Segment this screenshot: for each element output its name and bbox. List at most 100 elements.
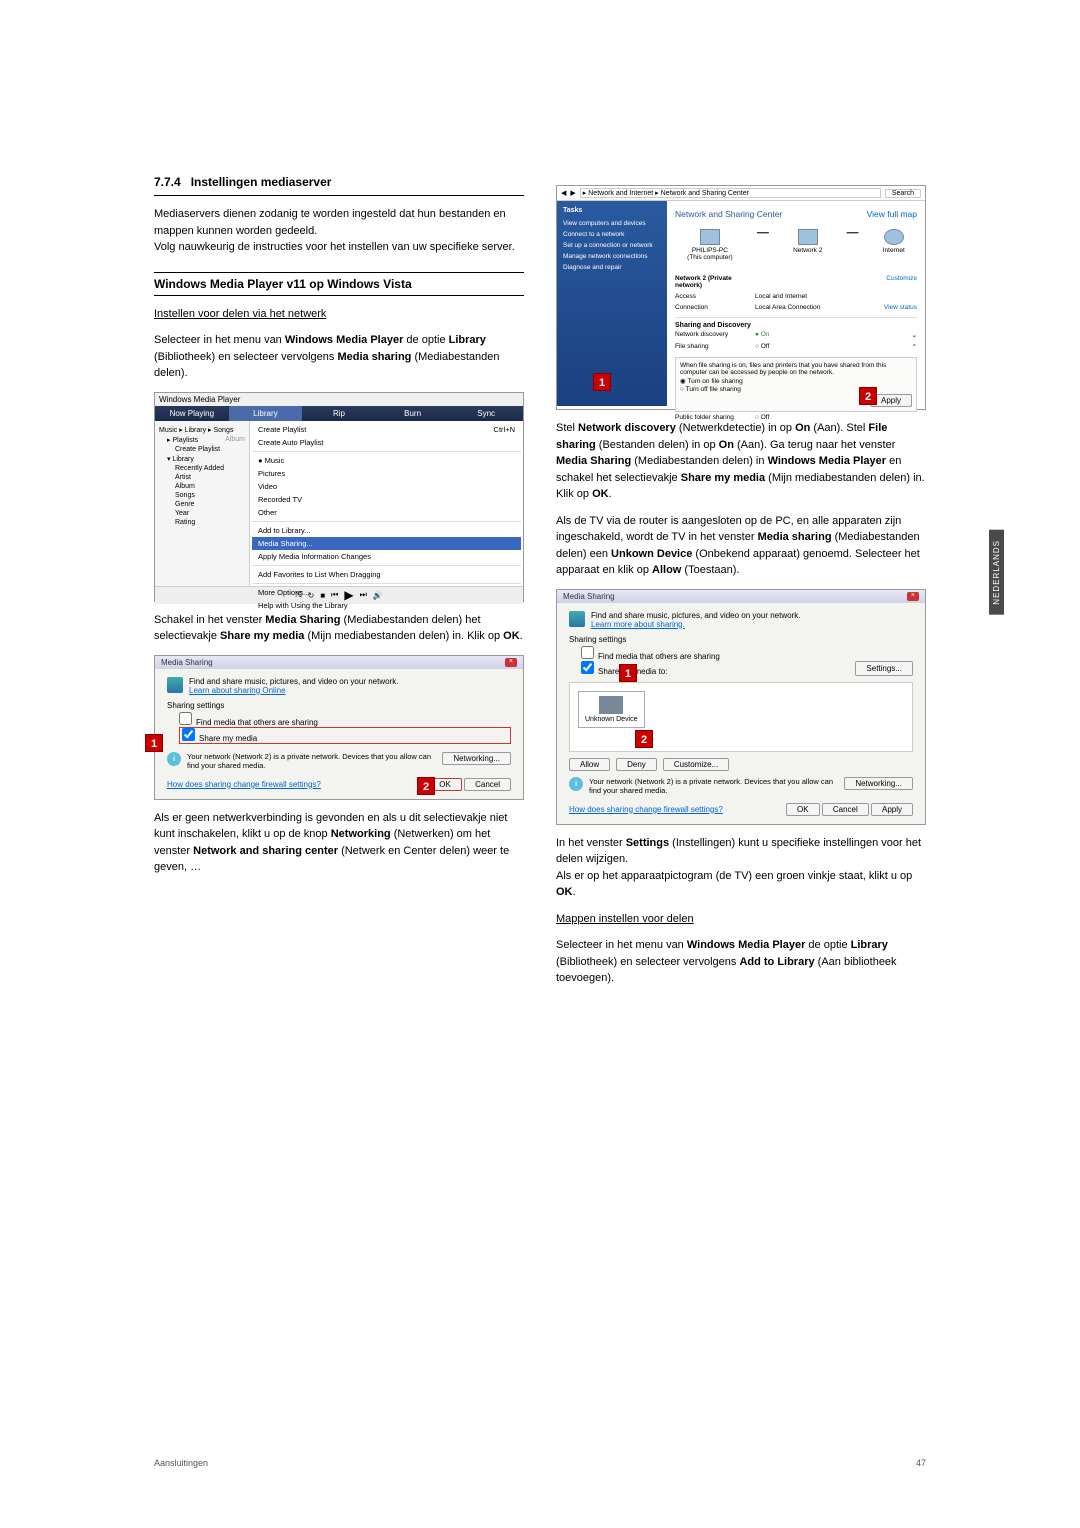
dlg1-firewall-link[interactable]: How does sharing change firewall setting… (167, 780, 321, 789)
vista-viewmap[interactable]: View full map (867, 209, 917, 219)
dlg1-info-text: Your network (Network 2) is a private ne… (187, 752, 436, 770)
settings-button[interactable]: Settings... (855, 661, 913, 676)
wmp-side-recent[interactable]: Recently Added (159, 464, 245, 473)
cancel-button[interactable]: Cancel (464, 778, 511, 791)
vista-addressbar: ◀ ▶ ▸ Network and Internet ▸ Network and… (557, 186, 925, 201)
customize-button[interactable]: Customize... (663, 758, 729, 771)
page-number: 47 (916, 1458, 926, 1468)
wmp-menu-create-playlist[interactable]: Create PlaylistCtrl+N (252, 423, 521, 436)
vista-radio-off[interactable]: ○ Turn off file sharing (680, 386, 912, 393)
dlg2-firewall-link[interactable]: How does sharing change firewall setting… (569, 805, 723, 814)
wmp-menu-mediasharing[interactable]: Media Sharing... (252, 537, 521, 550)
dlg1-link[interactable]: Learn about sharing Online (189, 686, 398, 695)
callout-1b: 1 (593, 373, 611, 391)
wmp-menu-music[interactable]: ● Music (252, 454, 521, 467)
prev-icon[interactable]: ⏮ (331, 590, 338, 600)
allow-button[interactable]: Allow (569, 758, 610, 771)
dlg1-find-check[interactable]: Find media that others are sharing (179, 712, 511, 727)
instruction-2: Schakel in het venster Media Sharing (Me… (154, 612, 524, 645)
callout-1c: 1 (619, 664, 637, 682)
close-icon[interactable]: × (505, 658, 517, 667)
close-icon[interactable]: × (907, 592, 919, 601)
ok-button[interactable]: OK (786, 803, 820, 816)
wmp-side-genre[interactable]: Genre (159, 500, 245, 509)
intro-text: Mediaservers dienen zodanig te worden in… (154, 206, 524, 256)
instruction-1: Selecteer in het menu van Windows Media … (154, 332, 524, 382)
stop-icon[interactable]: ■ (320, 591, 325, 600)
callout-2b: 2 (859, 387, 877, 405)
dlg2-find-check[interactable]: Find media that others are sharing (581, 646, 913, 661)
wmp-menu-video[interactable]: Video (252, 480, 521, 493)
vista-task-diagnose[interactable]: Diagnose and repair (563, 262, 661, 273)
deny-button[interactable]: Deny (616, 758, 657, 771)
wmp-menu-help[interactable]: Help with Using the Library (252, 599, 521, 612)
vista-task-manage[interactable]: Manage network connections (563, 251, 661, 262)
play-icon[interactable]: ▶ (344, 588, 353, 602)
vista-radio-on[interactable]: ◉ Turn on file sharing (680, 377, 912, 385)
vista-net-internet: Internet (883, 229, 905, 261)
apply-button[interactable]: Apply (871, 803, 913, 816)
wmp-side-artist[interactable]: Artist (159, 473, 245, 482)
search-field[interactable]: Search (885, 189, 921, 198)
vista-header: Network and Sharing Center (675, 209, 782, 219)
vista-expand-fs[interactable]: ⌃ (867, 343, 917, 351)
next-icon[interactable]: ⏭ (360, 590, 367, 600)
wmp-tab-rip[interactable]: Rip (302, 406, 376, 421)
shuffle-icon[interactable]: ⤭ (295, 590, 301, 600)
wmp-side-playlists[interactable]: ▸ Playlists Album (159, 435, 245, 445)
vista-task-setup[interactable]: Set up a connection or network (563, 240, 661, 251)
volume-icon[interactable]: 🔊 (373, 591, 383, 600)
dlg2-link[interactable]: Learn more about sharing. (591, 620, 800, 629)
wmp-side-library[interactable]: ▾ Library (159, 454, 245, 464)
wmp-sidebar: Music ▸ Library ▸ Songs ▸ Playlists Albu… (155, 421, 250, 586)
wmp-library-menu: Create PlaylistCtrl+N Create Auto Playli… (250, 421, 523, 586)
vista-viewstatus[interactable]: View status (867, 304, 917, 311)
networking-button[interactable]: Networking... (442, 752, 511, 765)
dlg2-desc: Find and share music, pictures, and vide… (591, 611, 800, 620)
info-icon: i (569, 777, 583, 791)
wmp-menu-addlib[interactable]: Add to Library... (252, 524, 521, 537)
back-icon[interactable]: ◀ (561, 189, 566, 197)
wmp-tab-library[interactable]: Library (229, 406, 303, 421)
section-heading: 7.7.4 Instellingen mediaserver (154, 175, 524, 196)
wmp-menu-create-auto[interactable]: Create Auto Playlist (252, 436, 521, 449)
wmp-menu-more[interactable]: More Options... (252, 586, 521, 599)
wmp-menu-other[interactable]: Other (252, 506, 521, 519)
cancel-button[interactable]: Cancel (822, 803, 869, 816)
instruction-3: Als er geen netwerkverbinding is gevonde… (154, 810, 524, 876)
wmp-side-year[interactable]: Year (159, 509, 245, 518)
footer-section: Aansluitingen (154, 1458, 208, 1468)
wmp-menu-apply[interactable]: Apply Media Information Changes (252, 550, 521, 563)
dlg2-title: Media Sharing × (557, 590, 925, 603)
repeat-icon[interactable]: ↻ (308, 591, 315, 600)
unknown-device[interactable]: Unknown Device (578, 691, 645, 728)
wmp-menu-addfav[interactable]: Add Favorites to List When Dragging (252, 568, 521, 581)
language-tab: NEDERLANDS (989, 530, 1004, 615)
wmp-menu-pictures[interactable]: Pictures (252, 467, 521, 480)
dlg1-share-check[interactable]: Share my media (179, 727, 511, 744)
device-list: Unknown Device (569, 682, 913, 752)
dlg1-title: Media Sharing × (155, 656, 523, 669)
media-sharing-dialog-1: 1 2 Media Sharing × Find and share music… (154, 655, 524, 800)
vista-expand-nd[interactable]: ⌄ (867, 331, 917, 339)
wmp-tab-nowplaying[interactable]: Now Playing (155, 406, 229, 421)
networking-button[interactable]: Networking... (844, 777, 913, 790)
fwd-icon[interactable]: ▶ (570, 189, 575, 197)
wmp-titlebar: Windows Media Player (155, 393, 523, 406)
info-icon: i (167, 752, 181, 766)
wmp-menu-recorded[interactable]: Recorded TV (252, 493, 521, 506)
dlg1-settings-label: Sharing settings (167, 701, 511, 710)
vista-net-network: Network 2 (793, 229, 822, 261)
callout-1: 1 (145, 734, 163, 752)
vista-task-view[interactable]: View computers and devices (563, 218, 661, 229)
wmp-side-album[interactable]: Album (159, 482, 245, 491)
vista-task-connect[interactable]: Connect to a network (563, 229, 661, 240)
wmp-tab-burn[interactable]: Burn (376, 406, 450, 421)
wmp-side-songs[interactable]: Songs (159, 491, 245, 500)
vista-customize[interactable]: Customize (867, 275, 917, 289)
vista-net-pc: PHILIPS-PC(This computer) (687, 229, 733, 261)
wmp-heading: Windows Media Player v11 op Windows Vist… (154, 272, 524, 296)
wmp-side-create[interactable]: Create Playlist (159, 445, 245, 454)
wmp-tab-sync[interactable]: Sync (449, 406, 523, 421)
wmp-side-rating[interactable]: Rating (159, 518, 245, 527)
